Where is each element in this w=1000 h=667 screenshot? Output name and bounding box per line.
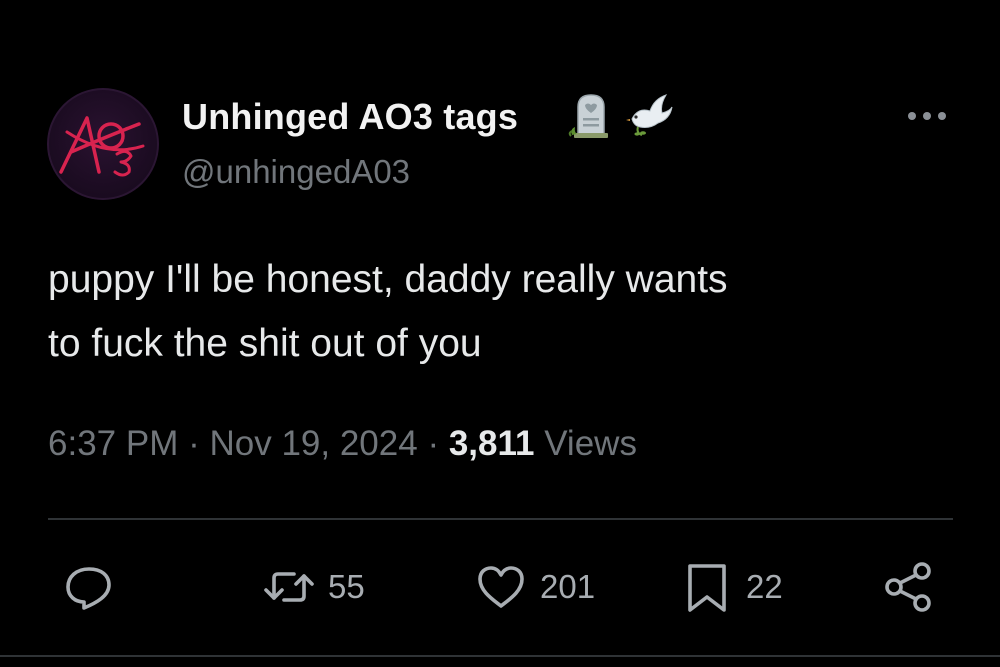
headstone-emoji-icon bbox=[566, 89, 616, 139]
views-label: Views bbox=[544, 424, 637, 463]
tweet-text: puppy I'll be honest, daddy really wants… bbox=[48, 248, 948, 376]
more-options-icon bbox=[908, 112, 946, 120]
retweet-count: 55 bbox=[328, 568, 365, 605]
dove-emoji-icon bbox=[624, 89, 674, 139]
tweet-detail: Unhinged AO3 tags @unhingedA03 puppy I'l… bbox=[0, 0, 1000, 667]
divider bbox=[0, 655, 1000, 657]
tweet-text-line: to fuck the shit out of you bbox=[48, 322, 482, 365]
like-count: 201 bbox=[540, 568, 596, 605]
views-count[interactable]: 3,811 bbox=[449, 424, 535, 463]
like-button[interactable]: 201 bbox=[474, 558, 595, 616]
bookmark-button[interactable]: 22 bbox=[680, 558, 783, 616]
tweet-metadata: 6:37 PM · Nov 19, 2024 · 3,811 Views bbox=[48, 424, 637, 464]
meta-separator: · bbox=[427, 424, 440, 463]
display-name[interactable]: Unhinged AO3 tags bbox=[182, 96, 518, 138]
heart-icon bbox=[478, 566, 524, 608]
retweet-button[interactable]: 55 bbox=[262, 558, 365, 616]
retweet-icon bbox=[264, 572, 314, 602]
bookmark-count: 22 bbox=[746, 568, 783, 605]
meta-separator: · bbox=[188, 424, 200, 463]
ao3-logo-icon bbox=[47, 88, 159, 200]
share-icon bbox=[885, 562, 931, 612]
divider bbox=[48, 518, 953, 520]
reply-button[interactable] bbox=[62, 558, 128, 616]
more-options-button[interactable] bbox=[904, 101, 950, 131]
user-handle[interactable]: @unhingedA03 bbox=[182, 153, 410, 191]
bookmark-icon bbox=[688, 564, 726, 612]
avatar[interactable] bbox=[47, 88, 159, 200]
reply-icon bbox=[66, 567, 111, 610]
tweet-date[interactable]: Nov 19, 2024 bbox=[209, 424, 417, 463]
tweet-text-line: puppy I'll be honest, daddy really wants bbox=[48, 258, 728, 301]
share-button[interactable] bbox=[882, 558, 948, 616]
tweet-time[interactable]: 6:37 PM bbox=[48, 424, 178, 463]
